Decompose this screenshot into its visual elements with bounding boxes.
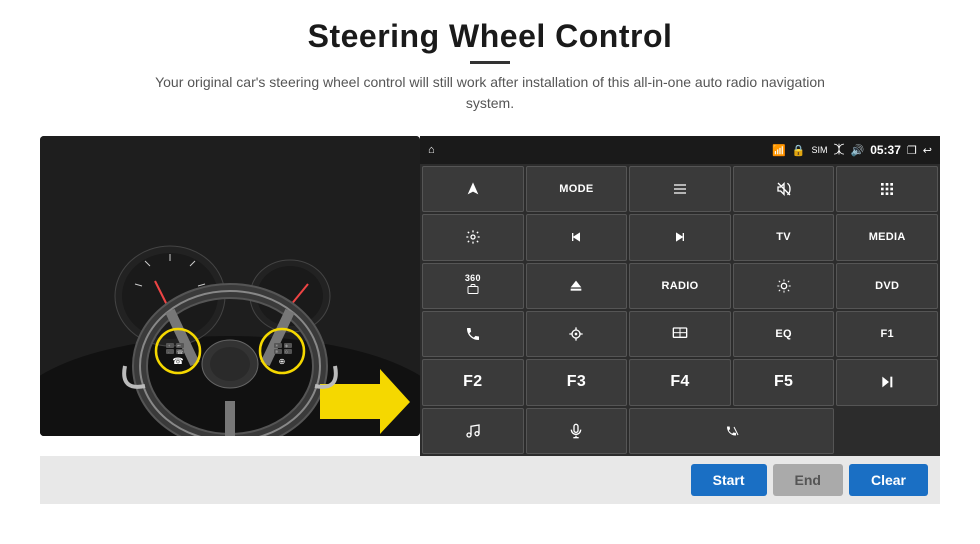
btn-apps[interactable] bbox=[836, 166, 938, 212]
svg-text:⏮: ⏮ bbox=[177, 343, 181, 348]
btn-dvd[interactable]: DVD bbox=[836, 263, 938, 309]
steering-wheel-svg: + - ⏮ ☎ ☎ ☀ ❄ ◈ ◇ ⊕ bbox=[40, 136, 420, 436]
btn-360cam[interactable]: 360 bbox=[422, 263, 524, 309]
car-image: + - ⏮ ☎ ☎ ☀ ❄ ◈ ◇ ⊕ bbox=[40, 136, 420, 436]
status-bar-left: ⌂ bbox=[428, 144, 435, 156]
status-bar: ⌂ 📶 🔒 SIM ⯰ 🔊 05:37 ❐ bbox=[420, 136, 940, 164]
btn-radio[interactable]: RADIO bbox=[629, 263, 731, 309]
sim-icon: SIM bbox=[811, 145, 827, 155]
wifi-icon: 📶 bbox=[772, 144, 786, 157]
btn-eq[interactable]: EQ bbox=[733, 311, 835, 357]
svg-text:☎: ☎ bbox=[172, 356, 183, 366]
status-time: 05:37 bbox=[870, 143, 901, 157]
button-grid: MODE bbox=[420, 164, 940, 456]
back-icon: ↩ bbox=[923, 144, 932, 157]
end-button[interactable]: End bbox=[773, 464, 843, 496]
btn-playpause[interactable] bbox=[836, 359, 938, 405]
btn-mode[interactable]: MODE bbox=[526, 166, 628, 212]
btn-f2[interactable]: F2 bbox=[422, 359, 524, 405]
btn-brightness[interactable] bbox=[733, 263, 835, 309]
home-icon: ⌂ bbox=[428, 144, 435, 156]
btn-gps[interactable] bbox=[526, 311, 628, 357]
btn-f1[interactable]: F1 bbox=[836, 311, 938, 357]
control-panel: ⌂ 📶 🔒 SIM ⯰ 🔊 05:37 ❐ bbox=[420, 136, 940, 456]
btn-f4[interactable]: F4 bbox=[629, 359, 731, 405]
btn-music[interactable] bbox=[422, 408, 524, 454]
clear-button[interactable]: Clear bbox=[849, 464, 928, 496]
btn-navigate[interactable] bbox=[422, 166, 524, 212]
btn-tv[interactable]: TV bbox=[733, 214, 835, 260]
btn-eject[interactable] bbox=[526, 263, 628, 309]
btn-settings[interactable] bbox=[422, 214, 524, 260]
speaker-icon: 🔊 bbox=[851, 144, 865, 157]
btn-phone[interactable] bbox=[422, 311, 524, 357]
page-title: Steering Wheel Control bbox=[140, 18, 840, 55]
btn-mute[interactable] bbox=[733, 166, 835, 212]
window-icon: ❐ bbox=[907, 144, 917, 157]
btn-call-end[interactable] bbox=[629, 408, 834, 454]
bluetooth-icon: ⯰ bbox=[833, 141, 844, 160]
btn-f5[interactable]: F5 bbox=[733, 359, 835, 405]
svg-text:⊕: ⊕ bbox=[279, 357, 286, 366]
btn-media[interactable]: MEDIA bbox=[836, 214, 938, 260]
btn-list[interactable] bbox=[629, 166, 731, 212]
btn-window2[interactable] bbox=[629, 311, 731, 357]
car-image-container: + - ⏮ ☎ ☎ ☀ ❄ ◈ ◇ ⊕ bbox=[40, 136, 420, 456]
status-bar-right: 📶 🔒 SIM ⯰ 🔊 05:37 ❐ ↩ bbox=[772, 141, 932, 160]
svg-text:❄: ❄ bbox=[275, 349, 278, 354]
start-button[interactable]: Start bbox=[691, 464, 767, 496]
btn-prev[interactable] bbox=[526, 214, 628, 260]
btn-mic[interactable] bbox=[526, 408, 628, 454]
btn-f3[interactable]: F3 bbox=[526, 359, 628, 405]
page-subtitle: Your original car's steering wheel contr… bbox=[140, 72, 840, 114]
btn-next[interactable] bbox=[629, 214, 731, 260]
title-divider bbox=[470, 61, 510, 64]
bottom-action-bar: Start End Clear bbox=[40, 456, 940, 504]
lock-icon: 🔒 bbox=[792, 144, 806, 157]
svg-text:☀: ☀ bbox=[275, 343, 279, 348]
